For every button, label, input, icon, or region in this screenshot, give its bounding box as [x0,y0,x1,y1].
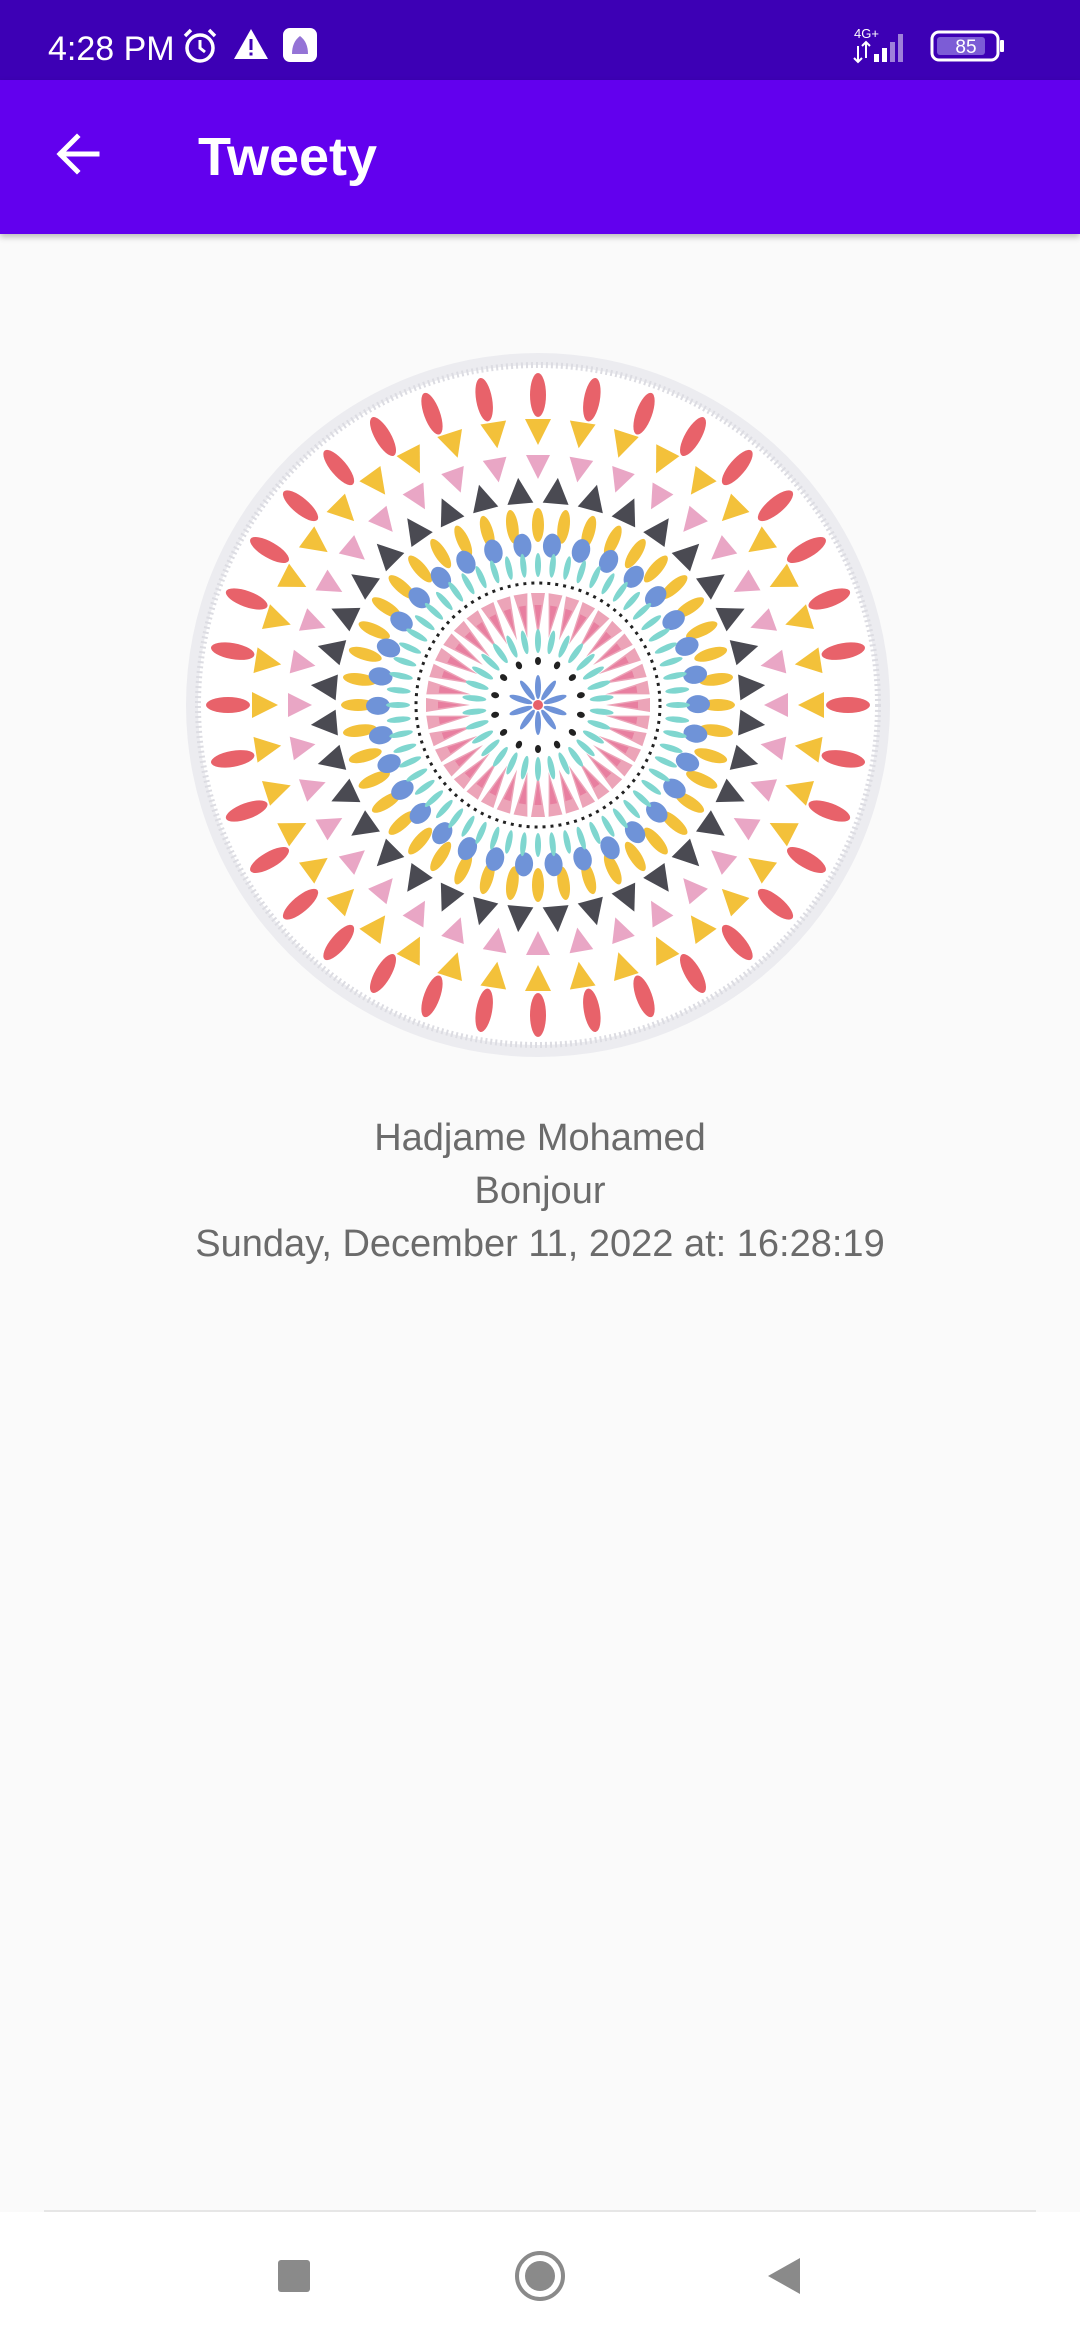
notification-app-icon [283,28,317,62]
back-button[interactable] [40,116,116,192]
recents-square-icon[interactable] [270,2252,318,2300]
mandala-shape [535,553,541,577]
battery-level-label: 85 [955,37,976,58]
mandala-shape [366,696,391,715]
mandala-shape [535,657,541,665]
mandala-shape [535,833,541,857]
mandala-shape [532,508,544,542]
mandala-shape [535,711,541,735]
mandala-shape [386,702,410,708]
alarm-icon [183,28,217,63]
mandala-shape [535,757,541,781]
post-details: Hadjame Mohamed Bonjour Sunday, December… [0,1112,1080,1271]
mandala-graphic [186,353,890,1057]
post-date: Sunday, December 11, 2022 at: 16:28:19 [195,1223,885,1265]
signal-icon: 4G+ 85 [853,26,1004,64]
network-type-label: 4G+ [854,26,879,41]
author-name: Hadjame Mohamed [374,1117,706,1159]
back-triangle-icon[interactable] [760,2252,808,2300]
mandala-shape [685,695,710,714]
arrow-back-icon [56,133,100,175]
mandala-shape [530,373,546,417]
app-title: Tweety [198,127,378,187]
mandala-shape [535,629,541,653]
mandala-image [178,350,898,1060]
mandala-shape [826,697,870,713]
mandala-shape [535,745,541,753]
post-message: Bonjour [474,1170,606,1212]
mandala-shape [206,697,250,713]
warning-icon [234,29,268,59]
app-bar: Tweety [0,80,1080,234]
mandala-shape [532,868,544,902]
mandala-shape [530,993,546,1037]
status-right: 4G+ 85 [852,24,1032,64]
status-bar: 4:28 PM 4G+ 85 [0,0,1080,80]
mandala-shape [533,700,543,710]
status-time: 4:28 PM [48,30,175,68]
screen: 4:28 PM 4G+ 85 Tweety Hadjame Mohamed Bo… [0,0,1080,2340]
mandala-shape [666,702,690,708]
mandala-shape [535,675,541,699]
navigation-bar [0,2212,1080,2340]
home-circle-icon[interactable] [512,2248,568,2304]
